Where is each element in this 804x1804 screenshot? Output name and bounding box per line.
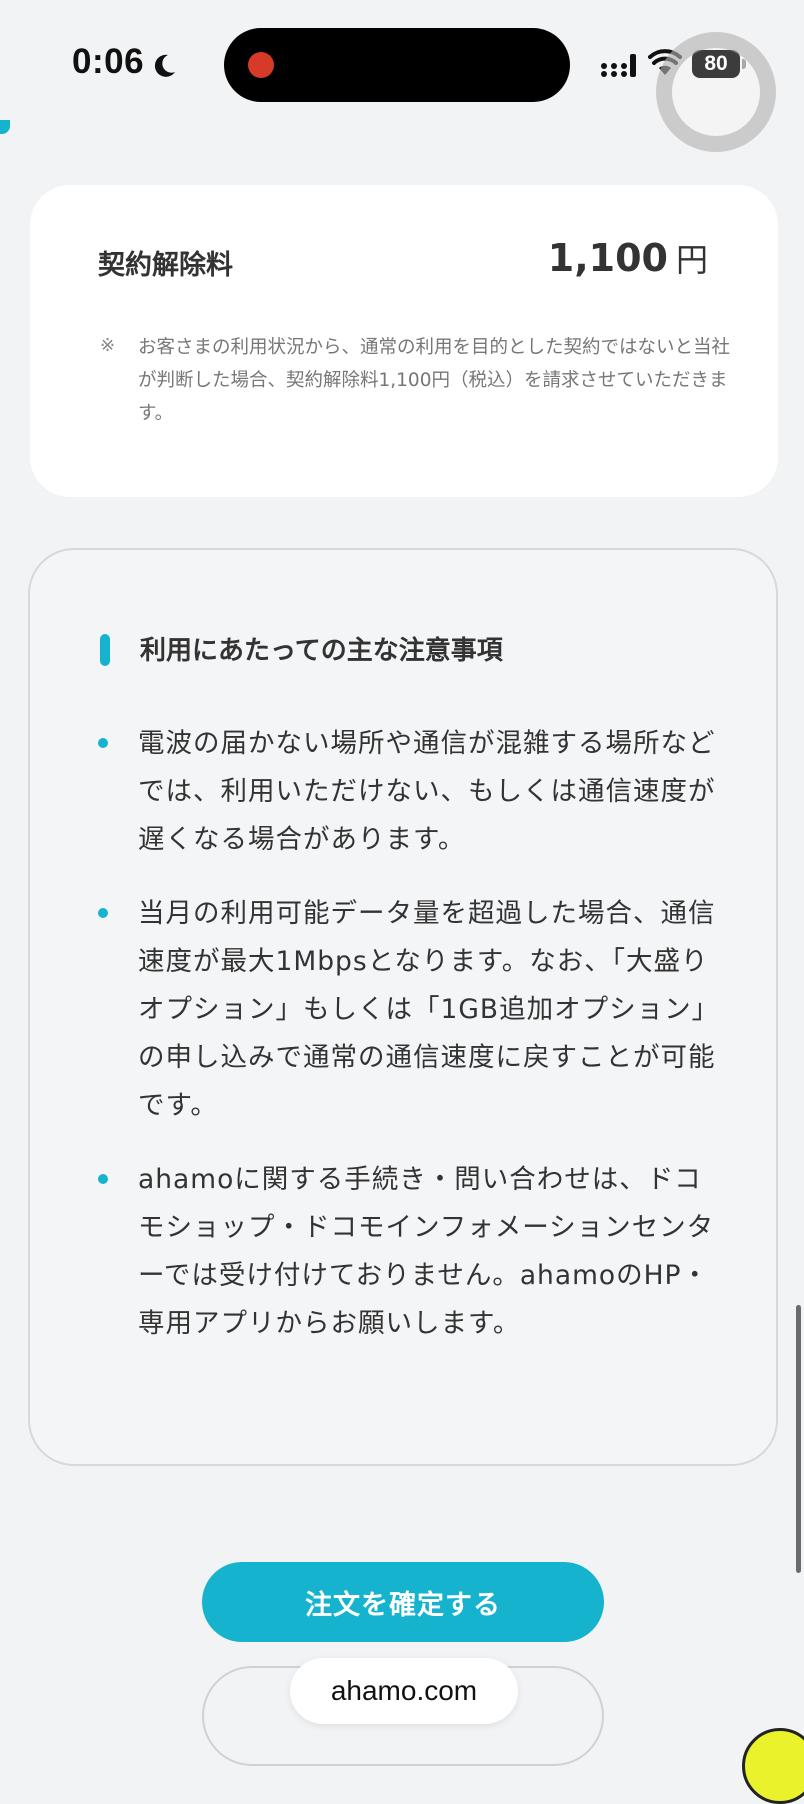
fee-amount-unit: 円 [675, 241, 708, 279]
caution-item: 当月の利用可能データ量を超過した場合、通信速度が最大1Mbpsとなります。なお、… [30, 890, 776, 1130]
caution-card: 利用にあたっての主な注意事項 電波の届かない場所や通信が混雑する場所などでは、利… [28, 548, 778, 1466]
fee-note: お客さまの利用状況から、通常の利用を目的とした契約ではないと当社が判断した場合、… [138, 337, 731, 424]
fee-label: 契約解除料 [98, 250, 233, 281]
caution-item-text: 当月の利用可能データ量を超過した場合、通信速度が最大1Mbpsとなります。なお、… [138, 898, 720, 1121]
caution-item: 電波の届かない場所や通信が混雑する場所などでは、利用いただけない、もしくは通信速… [30, 720, 776, 864]
floating-badge-icon[interactable] [742, 1728, 804, 1804]
assistive-touch-button[interactable] [656, 32, 776, 152]
status-time: 0:06 [72, 42, 145, 81]
status-bar: 0:06 80 [0, 0, 804, 152]
caution-title: 利用にあたっての主な注意事項 [140, 636, 503, 666]
confirm-order-button[interactable]: 注文を確定する [202, 1562, 604, 1642]
caution-title-accent [100, 634, 110, 666]
bullet-icon [98, 738, 108, 748]
fee-amount: 1,100 円 [548, 235, 708, 281]
dynamic-island [224, 28, 570, 102]
caution-item-text: 電波の届かない場所や通信が混雑する場所などでは、利用いただけない、もしくは通信速… [138, 728, 716, 855]
moon-icon [154, 54, 175, 77]
recording-indicator-icon [248, 52, 274, 78]
bullet-icon [98, 908, 108, 918]
signal-icon [601, 54, 636, 77]
scrollbar-thumb[interactable] [796, 1305, 801, 1573]
caution-item: ahamoに関する手続き・問い合わせは、ドコモショップ・ドコモインフォメーション… [30, 1156, 776, 1348]
bullet-icon [98, 1174, 108, 1184]
cancellation-fee-card: 契約解除料 1,100 円 ※ お客さまの利用状況から、通常の利用を目的とした契約… [30, 185, 778, 497]
left-accent-marker [0, 120, 10, 134]
caution-list: 電波の届かない場所や通信が混雑する場所などでは、利用いただけない、もしくは通信速… [30, 720, 776, 1374]
fee-amount-value: 1,100 [547, 236, 668, 280]
caution-item-text: ahamoに関する手続き・問い合わせは、ドコモショップ・ドコモインフォメーション… [138, 1164, 715, 1339]
address-bar-url[interactable]: ahamo.com [290, 1658, 518, 1724]
fee-note-mark: ※ [100, 335, 116, 356]
